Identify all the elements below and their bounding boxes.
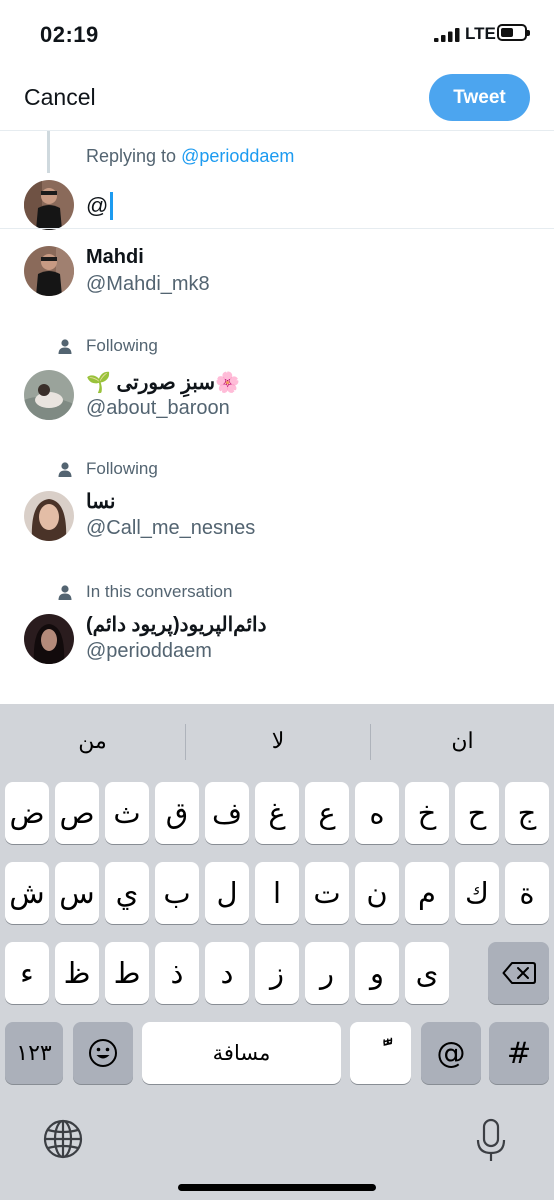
suggestion-handle: @Mahdi_mk8 (86, 273, 210, 295)
suggestion-name: نسا (86, 491, 116, 513)
suggestion-handle: @Call_me_nesnes (86, 517, 256, 539)
avatar (24, 180, 74, 230)
key[interactable]: ش (5, 862, 49, 924)
suggestion-handle: @about_baroon (86, 397, 230, 419)
compose-header: Cancel Tweet (0, 70, 554, 131)
key[interactable]: ب (155, 862, 199, 924)
suggestion-handle: @perioddaem (86, 640, 212, 662)
tweet-button[interactable]: Tweet (429, 74, 530, 121)
suggestion-name: 🌱 سبزِ صورتی🌸 (86, 372, 240, 394)
key[interactable]: ي (105, 862, 149, 924)
tweet-text-input[interactable]: @ (86, 192, 114, 220)
globe-button[interactable] (42, 1118, 84, 1160)
suggestion-item[interactable]: Mahdi @Mahdi_mk8 (0, 230, 554, 310)
dictation-button[interactable] (474, 1118, 508, 1164)
hash-key[interactable]: # (489, 1022, 549, 1084)
emoji-icon (89, 1039, 117, 1067)
globe-icon (43, 1119, 83, 1159)
prediction-item[interactable]: من (0, 704, 185, 778)
key[interactable]: ج (505, 782, 549, 844)
prediction-item[interactable]: ان (371, 704, 554, 778)
key[interactable]: ة (505, 862, 549, 924)
emoji-key[interactable] (73, 1022, 133, 1084)
suggestion-item[interactable]: Following 🌱 سبزِ صورتی🌸 @about_baroon (0, 330, 554, 430)
text-caret (110, 192, 114, 220)
person-icon (58, 461, 72, 477)
suggestion-context: Following (58, 336, 158, 356)
thread-line (47, 131, 50, 173)
replying-prefix: Replying to (86, 146, 177, 166)
suggestion-name: دائم‌الپریود(پریود دائم) (86, 614, 267, 636)
tweet-text-value: @ (86, 193, 109, 218)
divider (0, 228, 554, 229)
key[interactable]: ص (55, 782, 99, 844)
prediction-bar: من لا ان (0, 704, 554, 778)
avatar (24, 246, 74, 296)
cancel-button[interactable]: Cancel (24, 84, 96, 111)
signal-icon (434, 28, 460, 42)
key[interactable]: ء (5, 942, 49, 1004)
key[interactable]: ذ (155, 942, 199, 1004)
key[interactable]: ك (455, 862, 499, 924)
suggestion-context-label: Following (86, 336, 158, 355)
key[interactable]: ن (355, 862, 399, 924)
diacritic-key[interactable]: ًّ (350, 1022, 411, 1084)
suggestion-context-label: Following (86, 459, 158, 478)
suggestion-context-label: In this conversation (86, 582, 233, 601)
key[interactable]: ه (355, 782, 399, 844)
key[interactable]: ر (305, 942, 349, 1004)
backspace-key[interactable] (488, 942, 549, 1004)
key[interactable]: ط (105, 942, 149, 1004)
battery-icon (497, 24, 530, 41)
prediction-item[interactable]: لا (186, 704, 370, 778)
key[interactable]: خ (405, 782, 449, 844)
key[interactable]: ع (305, 782, 349, 844)
suggestion-item[interactable]: In this conversation دائم‌الپریود(پریود … (0, 576, 554, 676)
microphone-icon (476, 1118, 506, 1161)
status-time: 02:19 (40, 22, 99, 47)
key[interactable]: ز (255, 942, 299, 1004)
key[interactable]: ظ (55, 942, 99, 1004)
at-key[interactable]: @ (421, 1022, 481, 1084)
numbers-key[interactable]: ١٢٣ (5, 1022, 63, 1084)
key[interactable]: ث (105, 782, 149, 844)
key[interactable]: ل (205, 862, 249, 924)
network-label: LTE (465, 24, 496, 43)
key[interactable]: ت (305, 862, 349, 924)
key[interactable]: غ (255, 782, 299, 844)
key[interactable]: ى (405, 942, 449, 1004)
key[interactable]: ح (455, 782, 499, 844)
key[interactable]: ف (205, 782, 249, 844)
key[interactable]: ض (5, 782, 49, 844)
status-bar: 02:19 LTE (0, 0, 554, 70)
key[interactable]: و (355, 942, 399, 1004)
avatar (24, 370, 74, 420)
replying-handle[interactable]: @perioddaem (181, 146, 294, 166)
replying-to[interactable]: Replying to @perioddaem (86, 146, 294, 167)
key[interactable]: س (55, 862, 99, 924)
suggestion-name: Mahdi (86, 246, 144, 268)
space-key[interactable]: مسافة (142, 1022, 341, 1084)
keyboard: من لا ان ض ص ث ق ف غ ع ه خ ح ج ش س ي ب ل… (0, 704, 554, 1200)
key[interactable]: ق (155, 782, 199, 844)
home-indicator (178, 1184, 376, 1191)
key[interactable]: م (405, 862, 449, 924)
person-icon (58, 584, 72, 600)
avatar (24, 614, 74, 664)
avatar (24, 491, 74, 541)
suggestion-context: In this conversation (58, 582, 232, 602)
key[interactable]: ا (255, 862, 299, 924)
key[interactable]: د (205, 942, 249, 1004)
backspace-icon (502, 962, 536, 984)
suggestion-item[interactable]: Following نسا @Call_me_nesnes (0, 453, 554, 553)
suggestion-context: Following (58, 459, 158, 479)
person-icon (58, 338, 72, 354)
